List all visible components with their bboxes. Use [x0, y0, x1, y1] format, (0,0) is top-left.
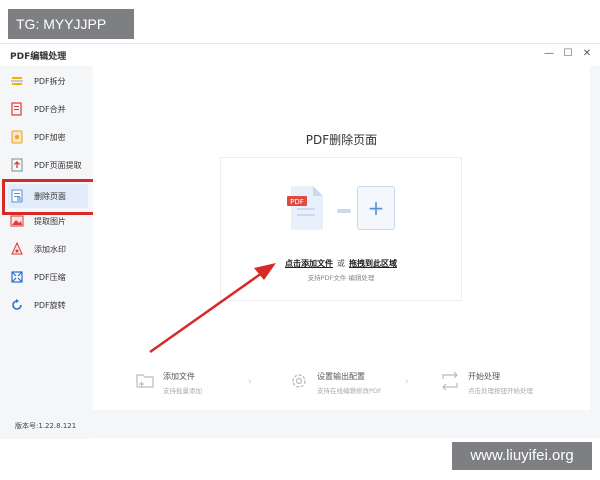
dash-separator — [337, 209, 351, 213]
gear-icon — [292, 374, 306, 388]
sidebar-item-split[interactable]: PDF拆分 — [8, 69, 88, 93]
sidebar-item-label: PDF拆分 — [34, 76, 66, 86]
sidebar-item-extract-page[interactable]: PDF页面提取 — [8, 153, 88, 177]
file-drop-zone[interactable]: PDF + 点击添加文件或拖拽到此区域 支持PDF文件 编辑处理 — [220, 157, 462, 301]
step-desc: 支持在线编辑修改PDF — [317, 387, 382, 395]
app-title: PDF编辑处理 — [10, 52, 67, 62]
window-controls: — ☐ ✕ — [544, 48, 592, 60]
or-label: 或 — [337, 259, 345, 268]
compress-icon — [11, 271, 23, 283]
step-arrow-icon: › — [248, 377, 252, 387]
step-desc: 支持批量添加 — [163, 387, 202, 395]
step-desc: 点击处理按钮开始处理 — [468, 387, 533, 395]
highlight-box — [2, 179, 98, 215]
folder-add-icon — [136, 374, 154, 388]
main-panel: PDF删除页面 PDF + 点击添加文件或拖拽到此区域 支持PDF文件 编辑处理 — [93, 66, 590, 410]
split-icon — [11, 77, 23, 85]
page-title: PDF删除页面 — [305, 133, 378, 147]
merge-icon — [11, 102, 22, 116]
sidebar-item-merge[interactable]: PDF合并 — [8, 97, 88, 121]
watermark-bottom: www.liuyifei.org — [452, 442, 592, 470]
sidebar-item-label: PDF加密 — [34, 132, 66, 142]
close-button[interactable]: ✕ — [582, 48, 592, 60]
version-label: 版本号:1.22.8.121 — [15, 422, 77, 430]
watermark-icon — [11, 242, 23, 255]
pdf-badge: PDF — [290, 198, 304, 206]
title-bar: PDF编辑处理 — ☐ ✕ — [0, 44, 600, 66]
maximize-button[interactable]: ☐ — [563, 48, 573, 60]
drop-hint: 支持PDF文件 编辑处理 — [307, 274, 375, 282]
drop-instruction: 点击添加文件或拖拽到此区域 — [221, 258, 461, 269]
sidebar-item-rotate[interactable]: PDF旋转 — [8, 293, 88, 317]
app-window: PDF编辑处理 — ☐ ✕ PDF拆分 PDF合并 PDF加密 PDF页面提取 … — [0, 43, 600, 439]
click-add-file-link[interactable]: 点击添加文件 — [285, 259, 333, 268]
sidebar-item-label: PDF旋转 — [34, 300, 66, 310]
step-title: 设置输出配置 — [317, 372, 365, 381]
sidebar-item-label: 提取图片 — [34, 216, 66, 226]
step-arrow-icon: › — [405, 377, 409, 387]
sidebar-item-label: PDF合并 — [34, 104, 66, 114]
extract-page-icon — [11, 158, 23, 172]
sidebar-item-label: PDF页面提取 — [34, 160, 82, 170]
sidebar-item-label: 添加水印 — [34, 244, 66, 254]
sidebar-item-encrypt[interactable]: PDF加密 — [8, 125, 88, 149]
extract-image-icon — [10, 215, 24, 227]
sidebar-item-watermark[interactable]: 添加水印 — [8, 237, 88, 261]
sidebar-item-label: PDF压缩 — [34, 272, 66, 282]
step-add-file: 添加文件 支持批量添加 — [135, 371, 202, 401]
step-title: 添加文件 — [163, 372, 195, 381]
add-file-button[interactable]: + — [357, 186, 395, 230]
encrypt-icon — [11, 130, 23, 144]
step-output-settings: 设置输出配置 支持在线编辑修改PDF — [289, 371, 382, 401]
process-icon — [442, 371, 458, 391]
watermark-top: TG: MYYJJPP — [8, 9, 134, 39]
sidebar-item-compress[interactable]: PDF压缩 — [8, 265, 88, 289]
pdf-file-icon: PDF — [287, 186, 323, 230]
minimize-button[interactable]: — — [544, 48, 554, 60]
drag-here-link[interactable]: 拖拽到此区域 — [349, 259, 397, 268]
step-start-processing: 开始处理 点击处理按钮开始处理 — [440, 371, 533, 401]
sidebar: PDF拆分 PDF合并 PDF加密 PDF页面提取 删除页面 提取图片 添加水印 — [0, 66, 92, 439]
steps-bar: 添加文件 支持批量添加 › 设置输出配置 支持在线编辑修改PDF › 开始处理 … — [93, 371, 590, 401]
rotate-icon — [12, 299, 22, 310]
step-title: 开始处理 — [468, 372, 500, 381]
